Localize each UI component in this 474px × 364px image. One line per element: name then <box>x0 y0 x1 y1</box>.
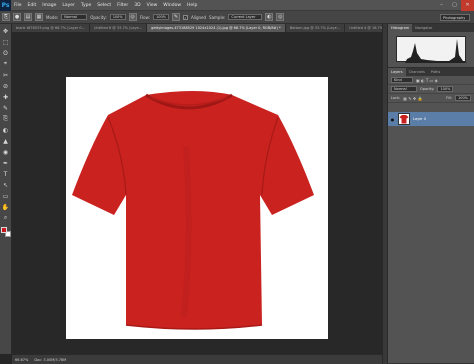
tab-gettyimages-active[interactable]: gettyimages-473188529 1024x1024 (1).jpg … <box>147 24 286 32</box>
hand-tool-icon[interactable]: ✋ <box>2 203 10 211</box>
healing-tool-icon[interactable]: ✚ <box>2 93 10 101</box>
window-controls: – ▢ ✕ <box>435 0 474 11</box>
eyedropper-tool-icon[interactable]: ⊘ <box>2 82 10 90</box>
sample-label: Sample: <box>209 14 226 20</box>
move-tool-icon[interactable]: ✥ <box>2 27 10 35</box>
pen-tool-icon[interactable]: ✒ <box>2 159 10 167</box>
foreground-color-swatch[interactable] <box>0 227 7 233</box>
close-button[interactable]: ✕ <box>461 0 474 11</box>
brush-size-icon[interactable]: ● <box>13 13 21 21</box>
marquee-tool-icon[interactable]: ⬚ <box>2 38 10 46</box>
menu-bar: Ps File Edit Image Layer Type Select Fil… <box>0 0 474 11</box>
tab-navigator[interactable]: Navigator <box>412 24 435 32</box>
panels-dock: Histogram Navigator Layers Channels Path… <box>387 24 474 364</box>
tab-blank-tshirt[interactable]: blank t876533.png @ 66.7% (Layer 0... <box>12 24 90 32</box>
photoshop-logo: Ps <box>0 0 11 11</box>
clone-source-icon[interactable]: ▦ <box>35 13 43 21</box>
lock-label: Lock: <box>391 96 401 100</box>
zoom-level[interactable]: 66.67% <box>15 358 28 362</box>
tab-bottom[interactable]: Bottom.jpg @ 33.7% (Laye... <box>285 24 346 32</box>
menu-filter[interactable]: Filter <box>114 3 131 8</box>
layer-opacity-field[interactable]: 100% <box>437 86 454 92</box>
layers-panel: Kind ▣ ◐ T ▭ ◈ Normal Opacity: 100% Lock… <box>388 76 474 364</box>
gradient-tool-icon[interactable]: ◉ <box>2 148 10 156</box>
tab-untitled-4[interactable]: Untitled 4 @ 16.7% (Laye... <box>345 24 382 32</box>
document-tab-bar: blank t876533.png @ 66.7% (Layer 0... Un… <box>12 24 382 32</box>
ignore-adjustment-icon[interactable]: ◐ <box>265 13 274 21</box>
filter-icons[interactable]: ▣ ◐ T ▭ ◈ <box>416 78 438 83</box>
maximize-button[interactable]: ▢ <box>448 0 461 11</box>
document-size: Doc: 3.00M/3.78M <box>34 357 67 362</box>
histogram-panel-tabs: Histogram Navigator <box>388 24 474 32</box>
menu-3d[interactable]: 3D <box>131 3 143 8</box>
opacity-field[interactable]: 100% <box>109 14 126 20</box>
clone-stamp-tool-icon[interactable]: ⎘ <box>2 115 10 123</box>
aligned-checkbox[interactable]: ✓ <box>183 14 188 20</box>
menu-type[interactable]: Type <box>78 3 94 8</box>
fill-label: Fill: <box>446 96 452 100</box>
pressure-opacity-icon[interactable]: ◎ <box>128 13 137 21</box>
pressure-size-icon[interactable]: ◎ <box>276 13 285 21</box>
toolbox: ✥ ⬚ ʘ ⌖ ✂ ⊘ ✚ ✎ ⎘ ◐ ▲ ◉ ✒ T ↖ ▭ ✋ ⌕ <box>0 24 12 354</box>
eye-icon[interactable]: ● <box>390 117 395 122</box>
tab-histogram[interactable]: Histogram <box>388 24 413 32</box>
sample-select[interactable]: Current Layer <box>228 14 263 20</box>
tab-paths[interactable]: Paths <box>428 68 444 76</box>
histogram-graph <box>396 36 467 63</box>
blend-mode-select[interactable]: Normal <box>391 86 417 92</box>
layer-thumbnail <box>398 113 410 125</box>
menu-help[interactable]: Help <box>184 3 200 8</box>
tab-untitled-6[interactable]: Untitled 6 @ 33.7% (Laye... <box>89 24 148 32</box>
zoom-tool-icon[interactable]: ⌕ <box>2 214 10 222</box>
flow-label: Flow: <box>139 14 150 20</box>
lasso-tool-icon[interactable]: ʘ <box>2 49 10 57</box>
brush-tool-icon[interactable]: ✎ <box>2 104 10 112</box>
layer-row[interactable]: ● Layer 0 <box>388 112 474 126</box>
red-tshirt-image <box>72 91 314 330</box>
tshirt-thumbnail-icon <box>399 115 409 124</box>
history-brush-tool-icon[interactable]: ◐ <box>2 126 10 134</box>
status-bar: 66.67% Doc: 3.00M/3.78M <box>12 354 382 364</box>
workspace-select[interactable]: Photography <box>440 14 470 21</box>
menu-layer[interactable]: Layer <box>59 3 78 8</box>
path-select-tool-icon[interactable]: ↖ <box>2 181 10 189</box>
histogram-curve <box>397 39 467 63</box>
eraser-tool-icon[interactable]: ▲ <box>2 137 10 145</box>
fill-field[interactable]: 100% <box>454 95 471 101</box>
airbrush-icon[interactable]: ✎ <box>172 13 180 21</box>
kind-filter-select[interactable]: Kind <box>391 77 413 83</box>
color-swatches <box>0 227 11 237</box>
layer-filter-row: Kind ▣ ◐ T ▭ ◈ <box>388 76 474 85</box>
menu-file[interactable]: File <box>11 3 25 8</box>
tab-channels[interactable]: Channels <box>406 68 428 76</box>
lock-row: Lock: ▦ ✎ ✥ 🔒 Fill: 100% <box>388 94 474 103</box>
document-canvas[interactable] <box>66 77 328 339</box>
aligned-label: Aligned <box>191 14 207 20</box>
canvas-area[interactable] <box>12 32 382 354</box>
options-bar: ⎘ ● ▤ ▦ Mode: Normal Opacity: 100% ◎ Flo… <box>0 11 474 24</box>
brush-panel-icon[interactable]: ▤ <box>24 13 32 21</box>
layers-panel-tabs: Layers Channels Paths <box>388 68 474 76</box>
menu-edit[interactable]: Edit <box>25 3 40 8</box>
clone-stamp-tool-preset-icon[interactable]: ⎘ <box>2 13 10 21</box>
flow-field[interactable]: 100% <box>152 14 169 20</box>
menu-view[interactable]: View <box>144 3 161 8</box>
shape-tool-icon[interactable]: ▭ <box>2 192 10 200</box>
menu-image[interactable]: Image <box>39 3 59 8</box>
layer-opacity-label: Opacity: <box>420 87 435 91</box>
mode-select[interactable]: Normal <box>61 14 88 20</box>
mode-label: Mode: <box>46 14 59 20</box>
layer-name[interactable]: Layer 0 <box>413 117 426 121</box>
tab-layers[interactable]: Layers <box>388 68 406 76</box>
menu-window[interactable]: Window <box>160 3 184 8</box>
quick-select-tool-icon[interactable]: ⌖ <box>2 60 10 68</box>
histogram-panel <box>388 32 474 68</box>
type-tool-icon[interactable]: T <box>2 170 10 178</box>
opacity-label: Opacity: <box>90 14 107 20</box>
lock-icons[interactable]: ▦ ✎ ✥ 🔒 <box>403 96 422 101</box>
blend-row: Normal Opacity: 100% <box>388 85 474 94</box>
minimize-button[interactable]: – <box>435 0 448 11</box>
menu-select[interactable]: Select <box>94 3 114 8</box>
crop-tool-icon[interactable]: ✂ <box>2 71 10 79</box>
